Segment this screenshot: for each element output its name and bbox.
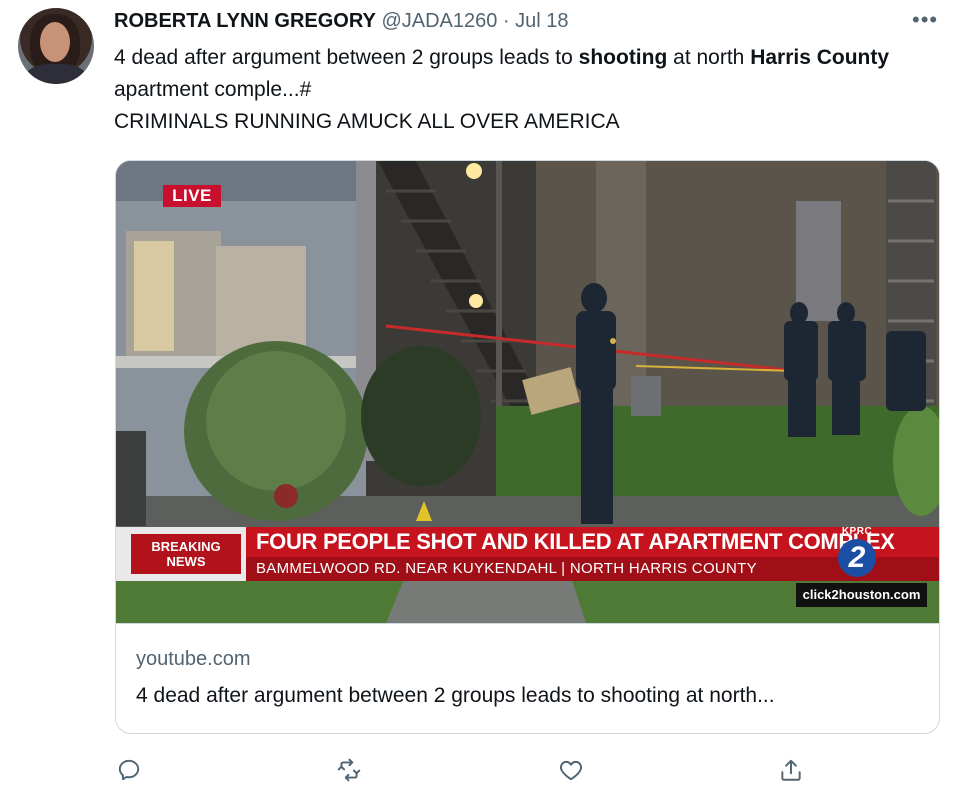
share-icon (781, 759, 801, 781)
station-call-letters: KPRC (841, 526, 873, 537)
station-number: 2 (838, 539, 876, 577)
like-button[interactable] (553, 752, 589, 788)
video-thumbnail[interactable]: LIVE BREAKING NEWS FOUR PEOPLE SHOT AND K… (116, 161, 939, 623)
card-meta[interactable]: youtube.com 4 dead after argument betwee… (116, 623, 939, 733)
tweet-text-line2: CRIMINALS RUNNING AMUCK ALL OVER AMERICA (114, 110, 620, 133)
tweet-text-segment: 4 dead after argument between 2 groups l… (114, 46, 579, 69)
tweet-text-highlight: Harris County (750, 46, 890, 69)
separator-dot: · (502, 10, 510, 32)
breaking-news-box: BREAKING NEWS (116, 527, 246, 581)
tweet-text-segment: at north (667, 46, 751, 69)
tweet-actions (0, 752, 960, 788)
author-handle[interactable]: @JADA1260 (381, 10, 497, 32)
link-card[interactable]: LIVE BREAKING NEWS FOUR PEOPLE SHOT AND K… (115, 160, 940, 734)
retweet-button[interactable] (331, 752, 367, 788)
tweet-text-segment: apartment comple...# (114, 78, 312, 101)
news-lower-third: BREAKING NEWS FOUR PEOPLE SHOT AND KILLED… (116, 527, 939, 581)
live-badge: LIVE (163, 185, 221, 207)
author-name[interactable]: ROBERTA LYNN GREGORY (114, 10, 376, 32)
avatar[interactable] (18, 8, 94, 84)
tweet-text-highlight: shooting (578, 46, 668, 69)
tweet-date[interactable]: Jul 18 (515, 10, 568, 32)
card-domain: youtube.com (136, 648, 251, 670)
tweet-header: ROBERTA LYNN GREGORY @JADA1260 · Jul 18 (114, 8, 569, 34)
station-logo: KPRC 2 (834, 527, 880, 577)
share-button[interactable] (773, 752, 809, 788)
breaking-news-label: BREAKING NEWS (131, 534, 241, 574)
reply-button[interactable] (111, 752, 147, 788)
card-title: 4 dead after argument between 2 groups l… (136, 684, 775, 707)
more-options-icon[interactable]: ••• (912, 9, 938, 31)
tweet: ROBERTA LYNN GREGORY @JADA1260 · Jul 18 … (0, 0, 960, 800)
station-website: click2houston.com (796, 583, 927, 607)
heart-icon (560, 760, 582, 781)
tweet-text: 4 dead after argument between 2 groups l… (114, 42, 944, 138)
reply-icon (118, 759, 140, 781)
retweet-icon (337, 758, 361, 782)
